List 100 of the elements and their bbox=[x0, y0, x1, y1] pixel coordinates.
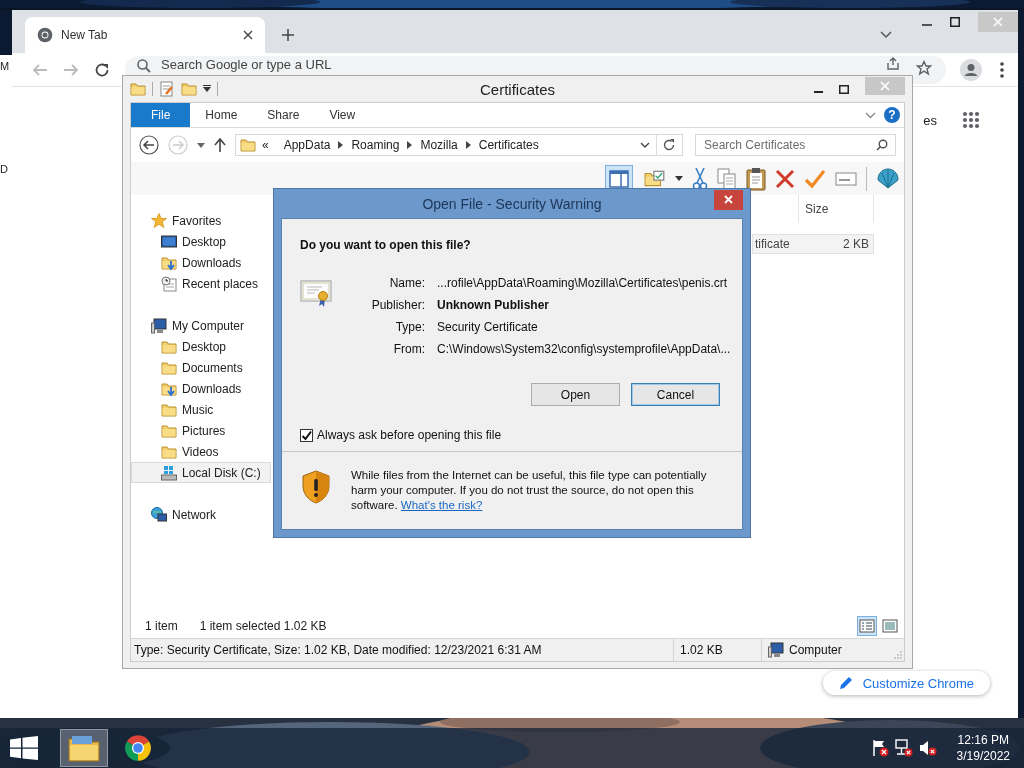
chevron-right-icon bbox=[407, 141, 413, 149]
field-label: From: bbox=[392, 342, 425, 356]
nav-item[interactable]: Music bbox=[131, 399, 271, 420]
browser-logo-icon bbox=[124, 734, 152, 762]
status-text: 1 item bbox=[145, 619, 178, 633]
address-bar[interactable]: « AppData Roaming Mozilla Certificates bbox=[235, 134, 683, 156]
open-button[interactable]: Open bbox=[531, 383, 620, 406]
delete-icon[interactable] bbox=[775, 168, 795, 189]
dialog-question: Do you want to open this file? bbox=[300, 238, 472, 252]
ribbon-tab[interactable]: View bbox=[314, 103, 371, 127]
reload-icon[interactable] bbox=[94, 61, 110, 78]
maximize-icon[interactable] bbox=[839, 84, 849, 94]
chevron-right-icon bbox=[465, 141, 471, 149]
shell-icon[interactable] bbox=[876, 167, 900, 190]
details-view-button[interactable] bbox=[857, 616, 877, 636]
column-header[interactable]: Size bbox=[799, 202, 873, 216]
nav-item[interactable]: Downloads bbox=[131, 252, 271, 273]
share-icon[interactable] bbox=[886, 56, 900, 70]
computer-icon bbox=[768, 642, 784, 658]
maximize-icon[interactable] bbox=[950, 17, 960, 27]
up-arrow-icon[interactable] bbox=[214, 138, 226, 152]
nav-item[interactable]: Network bbox=[131, 504, 271, 525]
nav-item[interactable]: My Computer bbox=[131, 315, 271, 336]
nav-item[interactable]: Downloads bbox=[131, 378, 271, 399]
breadcrumb-item[interactable]: Certificates bbox=[471, 138, 546, 152]
speaker-muted-icon[interactable] bbox=[918, 739, 937, 757]
avatar-icon[interactable] bbox=[960, 58, 982, 81]
clock-date[interactable]: 3/19/2022 bbox=[956, 748, 1010, 764]
risk-link[interactable]: What's the risk? bbox=[400, 499, 483, 511]
field-value: Security Certificate bbox=[437, 320, 539, 334]
chevron-down-icon[interactable] bbox=[865, 111, 876, 119]
nav-item[interactable]: Favorites bbox=[131, 210, 271, 231]
clock-time[interactable]: 12:16 PM bbox=[957, 732, 1009, 748]
nav-item[interactable]: Desktop bbox=[131, 336, 271, 357]
tiles-view-button[interactable] bbox=[880, 616, 900, 636]
caret-down-icon[interactable] bbox=[197, 142, 205, 148]
rename-icon[interactable] bbox=[835, 171, 857, 186]
ribbon-tab[interactable]: Share bbox=[252, 103, 315, 127]
scissors-icon[interactable] bbox=[692, 167, 708, 190]
menu-icon[interactable] bbox=[1000, 61, 1004, 78]
apps-grid-icon[interactable] bbox=[962, 111, 980, 129]
warning-text: While files from the Internet can be useful, this file type can potentially harm your computer. If you do not trust the source, do not open this software. What's the risk? bbox=[351, 468, 708, 513]
clipboard-icon[interactable] bbox=[746, 166, 766, 191]
folder-icon bbox=[161, 401, 177, 418]
refresh-icon[interactable] bbox=[662, 138, 676, 152]
drive-icon bbox=[161, 464, 177, 481]
browser-logo-icon bbox=[37, 27, 53, 43]
globe-monitor-icon bbox=[151, 506, 167, 523]
close-icon[interactable] bbox=[243, 30, 253, 40]
file-row[interactable]: tificate 2 KB bbox=[752, 234, 874, 254]
cancel-button[interactable]: Cancel bbox=[631, 383, 720, 406]
folder-icon bbox=[240, 137, 256, 153]
pencil-icon bbox=[838, 676, 853, 690]
breadcrumb-item[interactable]: Mozilla bbox=[413, 138, 465, 152]
caret-down-icon[interactable] bbox=[203, 85, 211, 93]
checkbox[interactable] bbox=[300, 428, 313, 442]
header-link[interactable]: es bbox=[923, 112, 937, 128]
caret-down-icon[interactable] bbox=[675, 176, 683, 181]
checkmark-icon[interactable] bbox=[804, 168, 826, 189]
network-icon[interactable] bbox=[894, 739, 913, 757]
field-label: Type: bbox=[394, 320, 425, 334]
star-icon[interactable] bbox=[916, 59, 932, 76]
dialog-title: Open File - Security Warning bbox=[421, 195, 603, 212]
taskbar-button[interactable] bbox=[60, 729, 108, 767]
star-icon bbox=[151, 212, 167, 229]
close-icon bbox=[993, 17, 1003, 27]
start-button[interactable] bbox=[10, 736, 38, 760]
field-value: ...rofile\AppData\Roaming\Mozilla\Certificates\penis.crt bbox=[437, 276, 729, 290]
nav-item[interactable]: Recent places bbox=[131, 273, 271, 294]
status-text: Type: Security Certificate, Size: 1.02 KB, Date modified: 12/23/2021 6:31 AM bbox=[131, 639, 674, 661]
browser-tab[interactable]: New Tab bbox=[25, 17, 265, 53]
back-icon[interactable] bbox=[139, 135, 159, 155]
breadcrumb-item[interactable]: Roaming bbox=[344, 138, 407, 152]
window-text: M bbox=[0, 60, 10, 72]
nav-item[interactable]: Pictures bbox=[131, 420, 271, 441]
field-label: Name: bbox=[388, 276, 425, 290]
nav-item[interactable]: Local Disk (C:) bbox=[131, 462, 271, 483]
flag-icon[interactable] bbox=[870, 739, 889, 757]
ribbon-tab[interactable]: File bbox=[131, 103, 191, 127]
dropdown-caret-icon[interactable] bbox=[640, 141, 650, 149]
close-button[interactable] bbox=[714, 189, 743, 210]
resize-grip-icon bbox=[894, 651, 902, 659]
window-text: D bbox=[0, 163, 9, 175]
nav-item[interactable]: Videos bbox=[131, 441, 271, 462]
copy-icon[interactable] bbox=[717, 167, 737, 190]
field-value: Unknown Publisher bbox=[437, 298, 550, 312]
breadcrumb-overflow[interactable]: « bbox=[262, 138, 269, 152]
folder-icon bbox=[161, 338, 177, 355]
plus-icon[interactable] bbox=[282, 29, 294, 41]
download-folder-icon bbox=[161, 380, 177, 397]
chevron-down-icon[interactable] bbox=[880, 31, 892, 39]
nav-item[interactable]: Desktop bbox=[131, 231, 271, 252]
help-button[interactable]: ? bbox=[884, 107, 900, 123]
breadcrumb-item[interactable]: AppData bbox=[276, 138, 338, 152]
customize-button[interactable]: Customize Chrome bbox=[822, 671, 990, 695]
checkbox-label[interactable]: Always ask before opening this file bbox=[317, 428, 502, 442]
nav-item[interactable]: Documents bbox=[131, 357, 271, 378]
search-field[interactable]: Search Certificates bbox=[695, 134, 896, 156]
folder-icon bbox=[161, 422, 177, 439]
ribbon-tab[interactable]: Home bbox=[190, 103, 253, 127]
